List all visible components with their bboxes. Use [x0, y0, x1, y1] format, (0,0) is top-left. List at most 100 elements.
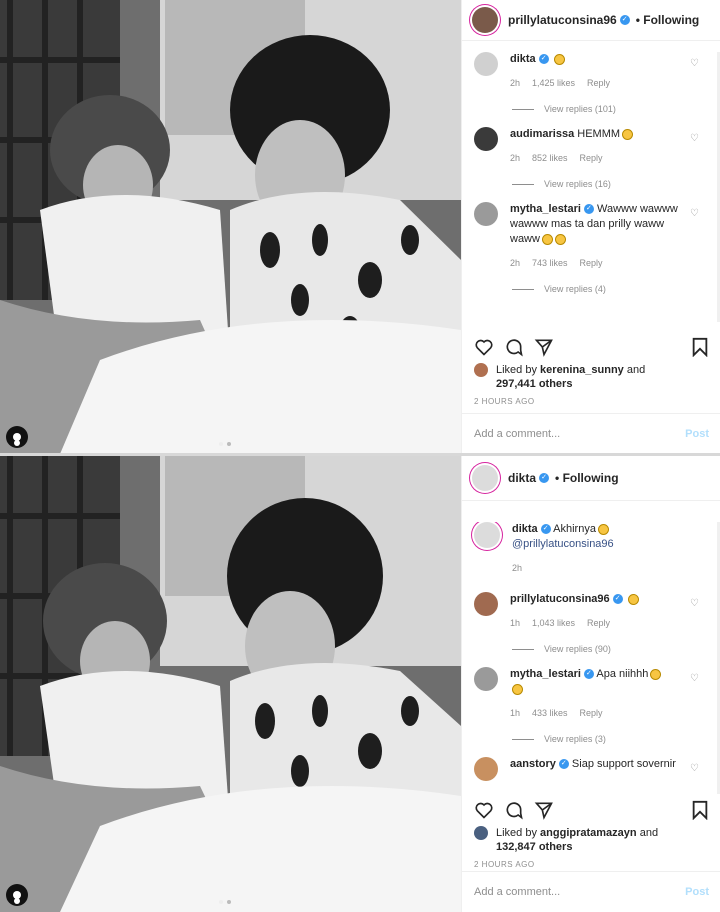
post-side-panel: prillylatuconsina96 ✓ • Following dikta ✓…	[461, 0, 720, 454]
view-replies-button[interactable]: View replies (101)	[512, 104, 720, 114]
action-bar	[474, 798, 709, 822]
wink-emoji-icon	[512, 683, 523, 695]
comment-time: 2h	[510, 78, 521, 88]
post-timestamp[interactable]: 2 HOURS AGO	[474, 397, 535, 406]
caption-mention[interactable]: @prillylatuconsina96	[512, 538, 614, 550]
verified-icon: ✓	[583, 204, 594, 215]
liked-by: Liked by kerenina_sunny and 297,441 other…	[474, 363, 645, 391]
heart-icon[interactable]	[474, 800, 494, 820]
post-timestamp[interactable]: 2 HOURS AGO	[474, 860, 535, 869]
verified-icon: ✓	[612, 594, 623, 605]
liked-by-prefix: Liked by	[496, 827, 537, 839]
bookmark-icon[interactable]	[691, 337, 709, 357]
verified-icon: ✓	[539, 473, 550, 483]
action-bar	[474, 335, 709, 359]
comment-username[interactable]: dikta	[510, 53, 536, 65]
verified-icon: ✓	[619, 15, 630, 25]
wink-emoji-icon	[650, 668, 662, 680]
comment-username[interactable]: audimarissa	[510, 128, 574, 140]
comments-list: dikta ✓ 2h 1,425 likes Reply ♡ View replies…	[462, 52, 720, 324]
post-photo[interactable]	[0, 0, 461, 454]
avatar[interactable]	[474, 522, 500, 548]
post-header: prillylatuconsina96 ✓ • Following	[462, 0, 720, 41]
reply-button[interactable]: Reply	[580, 153, 603, 163]
share-icon[interactable]	[534, 800, 554, 820]
liked-by-username[interactable]: kerenina_sunny	[540, 364, 624, 376]
reply-button[interactable]: Reply	[580, 258, 603, 268]
share-icon[interactable]	[534, 337, 554, 357]
comment-input[interactable]: Add a comment...	[474, 428, 560, 440]
wink-emoji-icon	[541, 233, 553, 245]
reply-button[interactable]: Reply	[587, 78, 610, 88]
post-comment-button[interactable]: Post	[685, 886, 709, 898]
comment-text: Siap support sovernir	[571, 758, 676, 770]
comment-likes[interactable]: 433 likes	[532, 708, 568, 718]
heart-icon[interactable]: ♡	[690, 598, 699, 609]
avatar[interactable]	[474, 757, 498, 781]
avatar[interactable]	[474, 826, 488, 840]
author-username[interactable]: dikta	[508, 471, 536, 485]
smile-emoji-icon	[553, 53, 565, 65]
avatar[interactable]	[472, 465, 498, 491]
view-replies-button[interactable]: View replies (90)	[512, 644, 720, 654]
comment-icon[interactable]	[504, 800, 524, 820]
liked-by-username[interactable]: anggipratamazayn	[540, 827, 637, 839]
carousel-dots	[219, 900, 231, 904]
caption-username[interactable]: dikta	[512, 523, 538, 535]
likes-count[interactable]: 132,847 others	[496, 841, 572, 853]
comment-item: dikta ✓ 2h 1,425 likes Reply ♡	[462, 52, 720, 91]
heart-icon[interactable]: ♡	[690, 673, 699, 684]
follow-status[interactable]: • Following	[636, 13, 700, 27]
liked-by: Liked by anggipratamazayn and 132,847 oth…	[474, 826, 658, 854]
verified-icon: ✓	[538, 54, 549, 65]
comment-username[interactable]: mytha_lestari	[510, 668, 581, 680]
author-username[interactable]: prillylatuconsina96	[508, 13, 617, 27]
follow-status[interactable]: • Following	[555, 471, 619, 485]
comment-item: audimarissa HEMMM 2h 852 likes Reply ♡	[462, 127, 720, 166]
follow-label: Following	[562, 471, 619, 485]
heart-icon[interactable]: ♡	[690, 763, 699, 774]
avatar[interactable]	[474, 127, 498, 151]
verified-icon: ✓	[583, 669, 594, 680]
heart-icon[interactable]	[474, 337, 494, 357]
verified-icon: ✓	[540, 524, 551, 535]
reply-button[interactable]: Reply	[580, 708, 603, 718]
avatar[interactable]	[474, 667, 498, 691]
comment-input[interactable]: Add a comment...	[474, 886, 560, 898]
comment-username[interactable]: mytha_lestari	[510, 203, 581, 215]
tag-person-icon[interactable]	[6, 884, 28, 906]
post-photo[interactable]	[0, 456, 461, 912]
reply-button[interactable]: Reply	[587, 618, 610, 628]
avatar[interactable]	[474, 363, 488, 377]
comment-time: 1h	[510, 618, 521, 628]
comment-likes[interactable]: 743 likes	[532, 258, 568, 268]
bookmark-icon[interactable]	[691, 800, 709, 820]
comment-time: 2h	[510, 153, 521, 163]
post-side-panel: dikta ✓ • Following dikta ✓ Akhirnya @pri…	[461, 456, 720, 912]
liked-by-suffix: and	[639, 827, 659, 839]
avatar[interactable]	[474, 52, 498, 76]
heart-icon[interactable]: ♡	[690, 133, 699, 144]
comment-icon[interactable]	[504, 337, 524, 357]
likes-count[interactable]: 297,441 others	[496, 378, 572, 390]
avatar[interactable]	[474, 592, 498, 616]
comment-time: 1h	[510, 708, 521, 718]
instagram-post-1: prillylatuconsina96 ✓ • Following dikta ✓…	[0, 0, 720, 454]
avatar[interactable]	[474, 202, 498, 226]
view-replies-button[interactable]: View replies (4)	[512, 284, 720, 294]
heart-icon[interactable]: ♡	[690, 58, 699, 69]
comment-likes[interactable]: 1,043 likes	[532, 618, 575, 628]
comment-likes[interactable]: 852 likes	[532, 153, 568, 163]
comment-username[interactable]: aanstory	[510, 758, 556, 770]
post-comment-button[interactable]: Post	[685, 428, 709, 440]
caption: dikta ✓ Akhirnya @prillylatuconsina96 2h	[462, 522, 720, 576]
heart-icon[interactable]: ♡	[690, 208, 699, 219]
view-replies-button[interactable]: View replies (16)	[512, 179, 720, 189]
avatar[interactable]	[472, 7, 498, 33]
view-replies-button[interactable]: View replies (3)	[512, 734, 720, 744]
tag-person-icon[interactable]	[6, 426, 28, 448]
hug-emoji-icon	[597, 523, 609, 535]
comment-likes[interactable]: 1,425 likes	[532, 78, 575, 88]
comment-item: aanstory ✓ Siap support sovernir ♡	[462, 757, 720, 781]
comment-username[interactable]: prillylatuconsina96	[510, 593, 610, 605]
